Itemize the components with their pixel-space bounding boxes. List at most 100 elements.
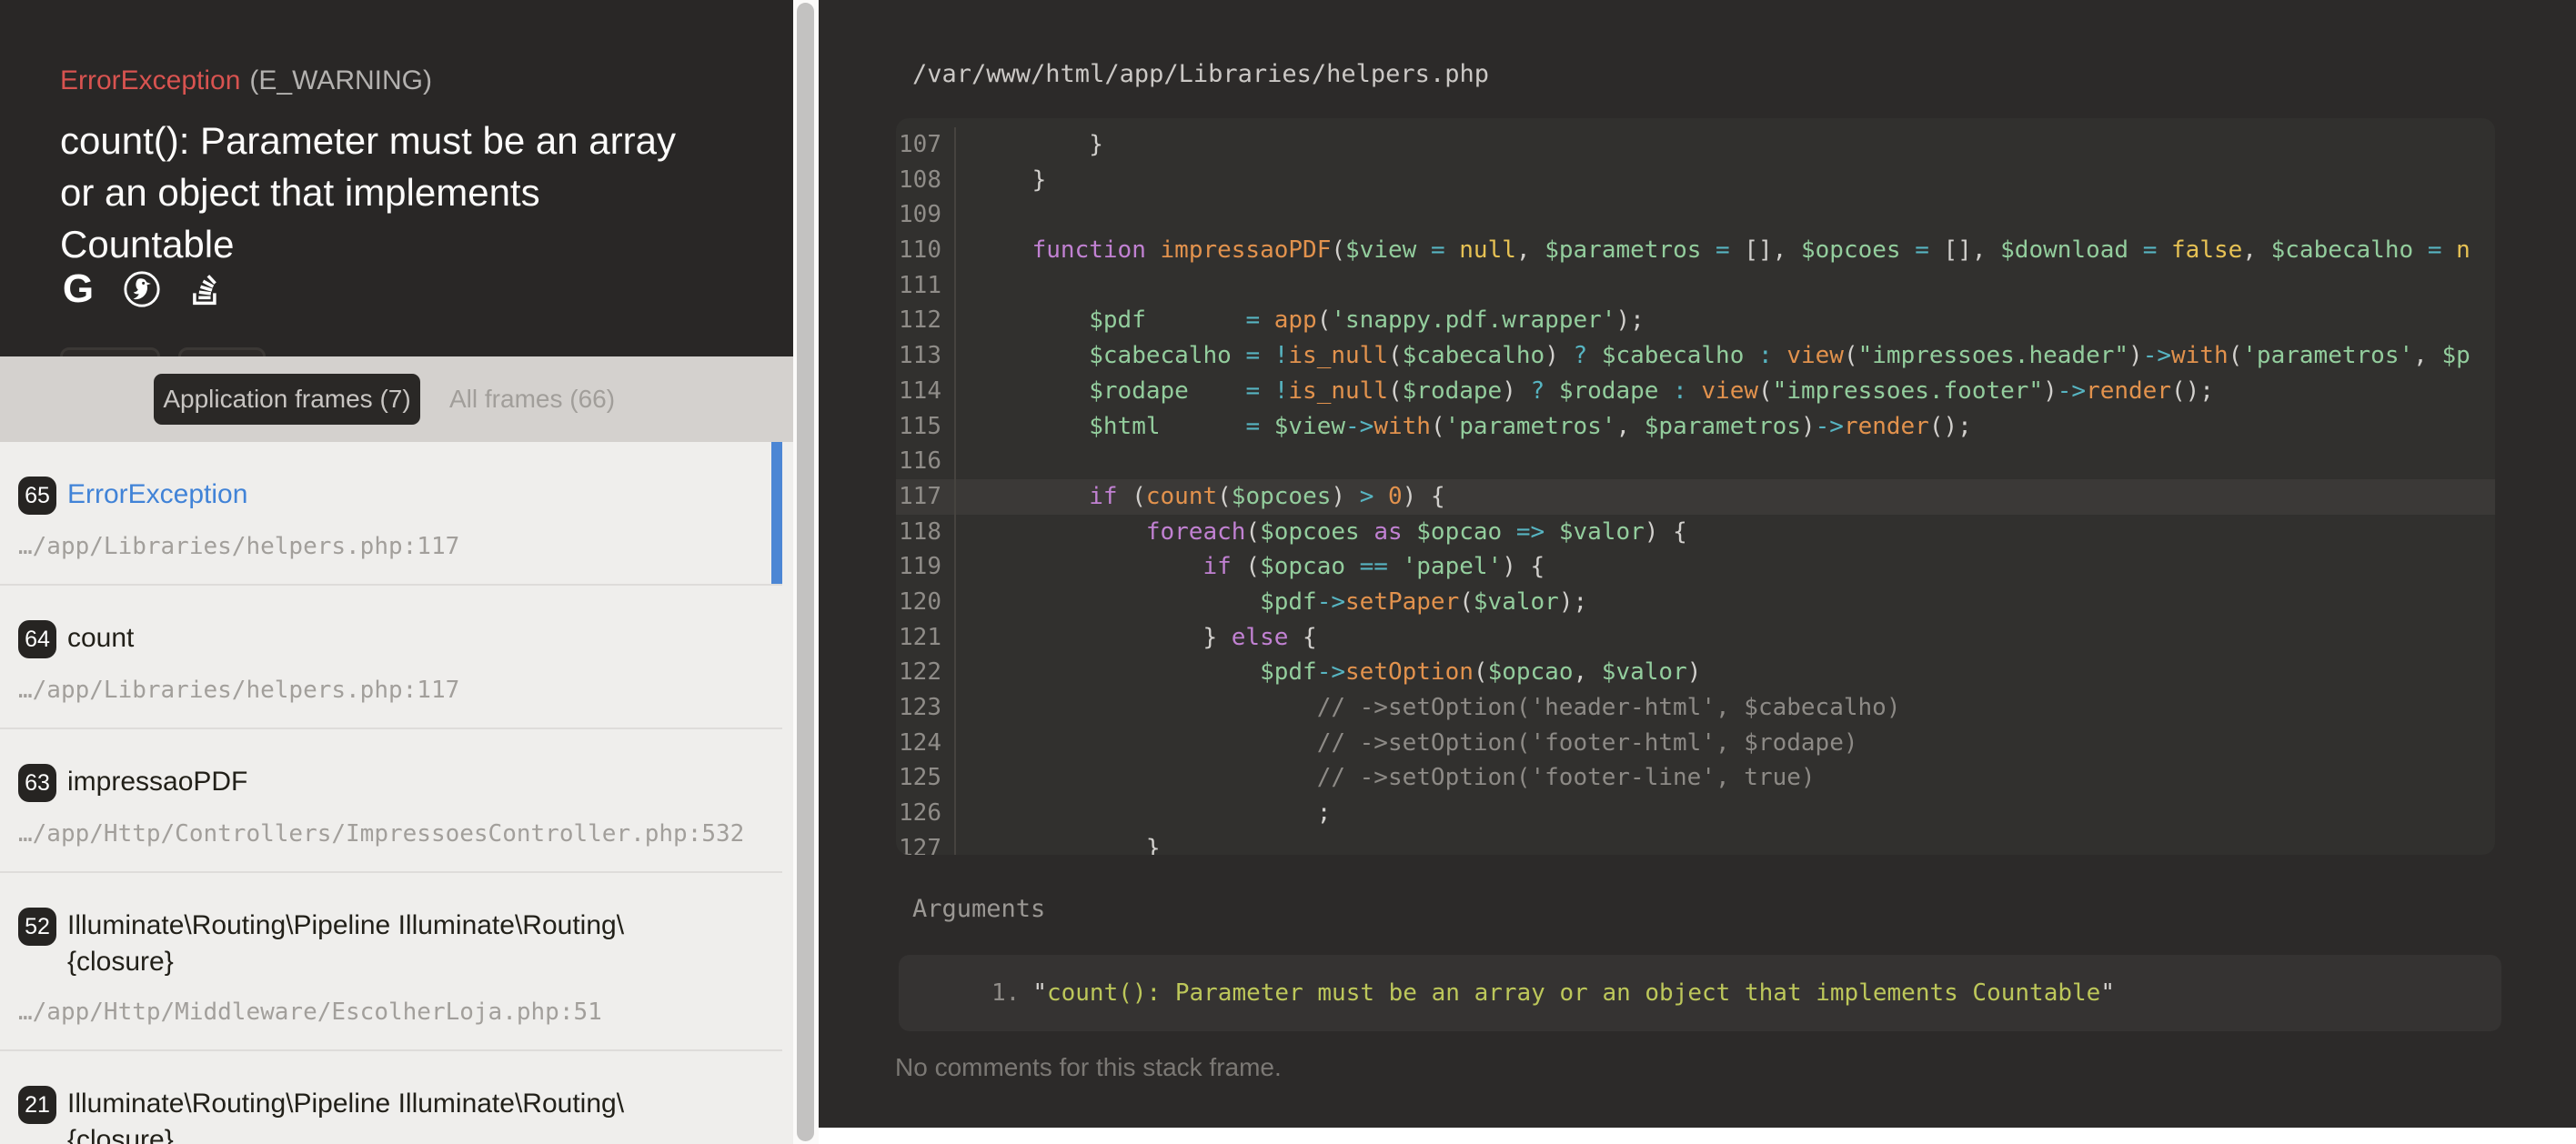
exception-type-line: ErrorException(E_WARNING) (60, 65, 432, 96)
frame-title: Illuminate\Routing\Pipeline Illuminate\R… (67, 908, 722, 980)
frame-index-badge: 64 (18, 620, 56, 658)
line-number: 125 (896, 760, 956, 796)
frame-index-badge: 65 (18, 477, 56, 515)
code-text (956, 444, 975, 479)
no-comments-text: No comments for this stack frame. (895, 1053, 1282, 1082)
exception-header: ErrorException(E_WARNING) count(): Param… (0, 0, 793, 356)
frame-path: …/app/Libraries/helpers.php:117 (18, 677, 728, 704)
tab-application-frames[interactable]: Application frames (7) (154, 374, 420, 425)
frame-head: 63 impressaoPDF (18, 764, 728, 802)
code-text: if (count($opcoes) > 0) { (956, 479, 1445, 515)
whoops-error-page: ErrorException(E_WARNING) count(): Param… (0, 0, 2576, 1144)
code-line: 120 $pdf->setPaper($valor); (896, 585, 2495, 620)
code-text: $cabecalho = !is_null($cabecalho) ? $cab… (956, 338, 2470, 374)
line-number: 107 (896, 127, 956, 163)
code-line: 115 $html = $view->with('parametros', $p… (896, 409, 2495, 445)
stack-frame[interactable]: 63 impressaoPDF …/app/Http/Controllers/Imp… (0, 729, 782, 873)
code-line-highlighted: 117 if (count($opcoes) > 0) { (896, 479, 2495, 515)
frames-tab-bar: Application frames (7) All frames (66) (0, 356, 793, 442)
code-line: 125 // ->setOption('footer-line', true) (896, 760, 2495, 796)
code-line: 126 ; (896, 796, 2495, 831)
code-line: 124 // ->setOption('footer-html', $rodap… (896, 726, 2495, 761)
code-text: function impressaoPDF($view = null, $par… (956, 233, 2470, 268)
frame-path: …/app/Libraries/helpers.php:117 (18, 533, 728, 560)
frames-list: 65 ErrorException …/app/Libraries/helpers.… (0, 442, 782, 1144)
code-line: 110 function impressaoPDF($view = null, … (896, 233, 2495, 268)
duckduckgo-search-icon[interactable] (122, 269, 162, 309)
code-text (956, 268, 975, 304)
line-number: 116 (896, 444, 956, 479)
code-line: 113 $cabecalho = !is_null($cabecalho) ? … (896, 338, 2495, 374)
scrollbar-thumb[interactable] (797, 3, 814, 1141)
google-search-icon[interactable]: G (58, 269, 98, 309)
code-text: $html = $view->with('parametros', $param… (956, 409, 1972, 445)
code-text: if ($opcao == 'papel') { (956, 549, 1545, 585)
frame-path: …/app/Http/Middleware/EscolherLoja.php:5… (18, 998, 728, 1026)
code-text: } (956, 127, 1103, 163)
line-number: 122 (896, 655, 956, 690)
stack-frame[interactable]: 52 Illuminate\Routing\Pipeline Illuminate… (0, 873, 782, 1051)
code-line: 111 (896, 268, 2495, 304)
code-block: 107 }108 }109110 function impressaoPDF($… (896, 118, 2495, 855)
code-text: } else { (956, 620, 1317, 656)
frame-title: ErrorException (67, 477, 722, 513)
line-number: 110 (896, 233, 956, 268)
code-text: $pdf = app('snappy.pdf.wrapper'); (956, 303, 1645, 338)
search-links: G (58, 269, 226, 309)
frame-title: impressaoPDF (67, 764, 722, 800)
stackoverflow-search-icon[interactable] (186, 269, 226, 309)
exception-class: ErrorException (60, 65, 240, 95)
argument-value: "count(): Parameter must be an array or … (1032, 979, 2115, 1007)
arguments-label: Arguments (912, 895, 1045, 923)
code-line: 118 foreach($opcoes as $opcao => $valor)… (896, 515, 2495, 550)
line-number: 112 (896, 303, 956, 338)
hide-button[interactable] (178, 347, 266, 356)
code-text: foreach($opcoes as $opcao => $valor) { (956, 515, 1687, 550)
line-number: 124 (896, 726, 956, 761)
code-line: 121 } else { (896, 620, 2495, 656)
sidebar: ErrorException(E_WARNING) count(): Param… (0, 0, 793, 1144)
stack-frame[interactable]: 21 Illuminate\Routing\Pipeline Illuminate… (0, 1051, 782, 1144)
code-text: $rodape = !is_null($rodape) ? $rodape : … (956, 374, 2214, 409)
line-number: 108 (896, 163, 956, 198)
code-text: ; (956, 796, 1331, 831)
line-number: 120 (896, 585, 956, 620)
stack-frame[interactable]: 65 ErrorException …/app/Libraries/helpers.… (0, 442, 782, 586)
code-line: 123 // ->setOption('header-html', $cabec… (896, 690, 2495, 726)
frame-head: 65 ErrorException (18, 477, 728, 515)
code-line: 116 (896, 444, 2495, 479)
exception-message: count(): Parameter must be an array or a… (60, 115, 701, 270)
line-number: 127 (896, 831, 956, 855)
code-line: 127 } (896, 831, 2495, 855)
frame-title: Illuminate\Routing\Pipeline Illuminate\R… (67, 1086, 722, 1144)
frame-title: count (67, 620, 722, 657)
header-action-buttons (60, 347, 266, 356)
argument-number: 1. (991, 979, 1020, 1007)
line-number: 123 (896, 690, 956, 726)
code-line: 119 if ($opcao == 'papel') { (896, 549, 2495, 585)
code-text: // ->setOption('header-html', $cabecalho… (956, 690, 1900, 726)
code-text: // ->setOption('footer-line', true) (956, 760, 1816, 796)
stack-frame[interactable]: 64 count …/app/Libraries/helpers.php:117 (0, 586, 782, 729)
line-number: 111 (896, 268, 956, 304)
code-line: 114 $rodape = !is_null($rodape) ? $rodap… (896, 374, 2495, 409)
code-line: 107 } (896, 127, 2495, 163)
code-text: $pdf->setPaper($valor); (956, 585, 1587, 620)
frame-head: 64 count (18, 620, 728, 658)
frame-path: …/app/Http/Controllers/ImpressoesControl… (18, 820, 728, 848)
code-text (956, 197, 975, 233)
frame-index-badge: 63 (18, 764, 56, 802)
frame-head: 52 Illuminate\Routing\Pipeline Illuminate… (18, 908, 728, 980)
page-scrollbar (793, 0, 819, 1144)
arguments-box: 1. "count(): Parameter must be an array … (899, 955, 2501, 1031)
line-number: 117 (896, 479, 956, 515)
code-text: } (956, 163, 1046, 198)
code-text: $pdf->setOption($opcao, $valor) (956, 655, 1701, 690)
frame-head: 21 Illuminate\Routing\Pipeline Illuminate… (18, 1086, 728, 1144)
code-text: // ->setOption('footer-html', $rodape) (956, 726, 1858, 761)
line-number: 109 (896, 197, 956, 233)
frame-index-badge: 21 (18, 1086, 56, 1124)
frame-index-badge: 52 (18, 908, 56, 946)
copy-button[interactable] (60, 347, 160, 356)
tab-all-frames[interactable]: All frames (66) (449, 374, 615, 425)
